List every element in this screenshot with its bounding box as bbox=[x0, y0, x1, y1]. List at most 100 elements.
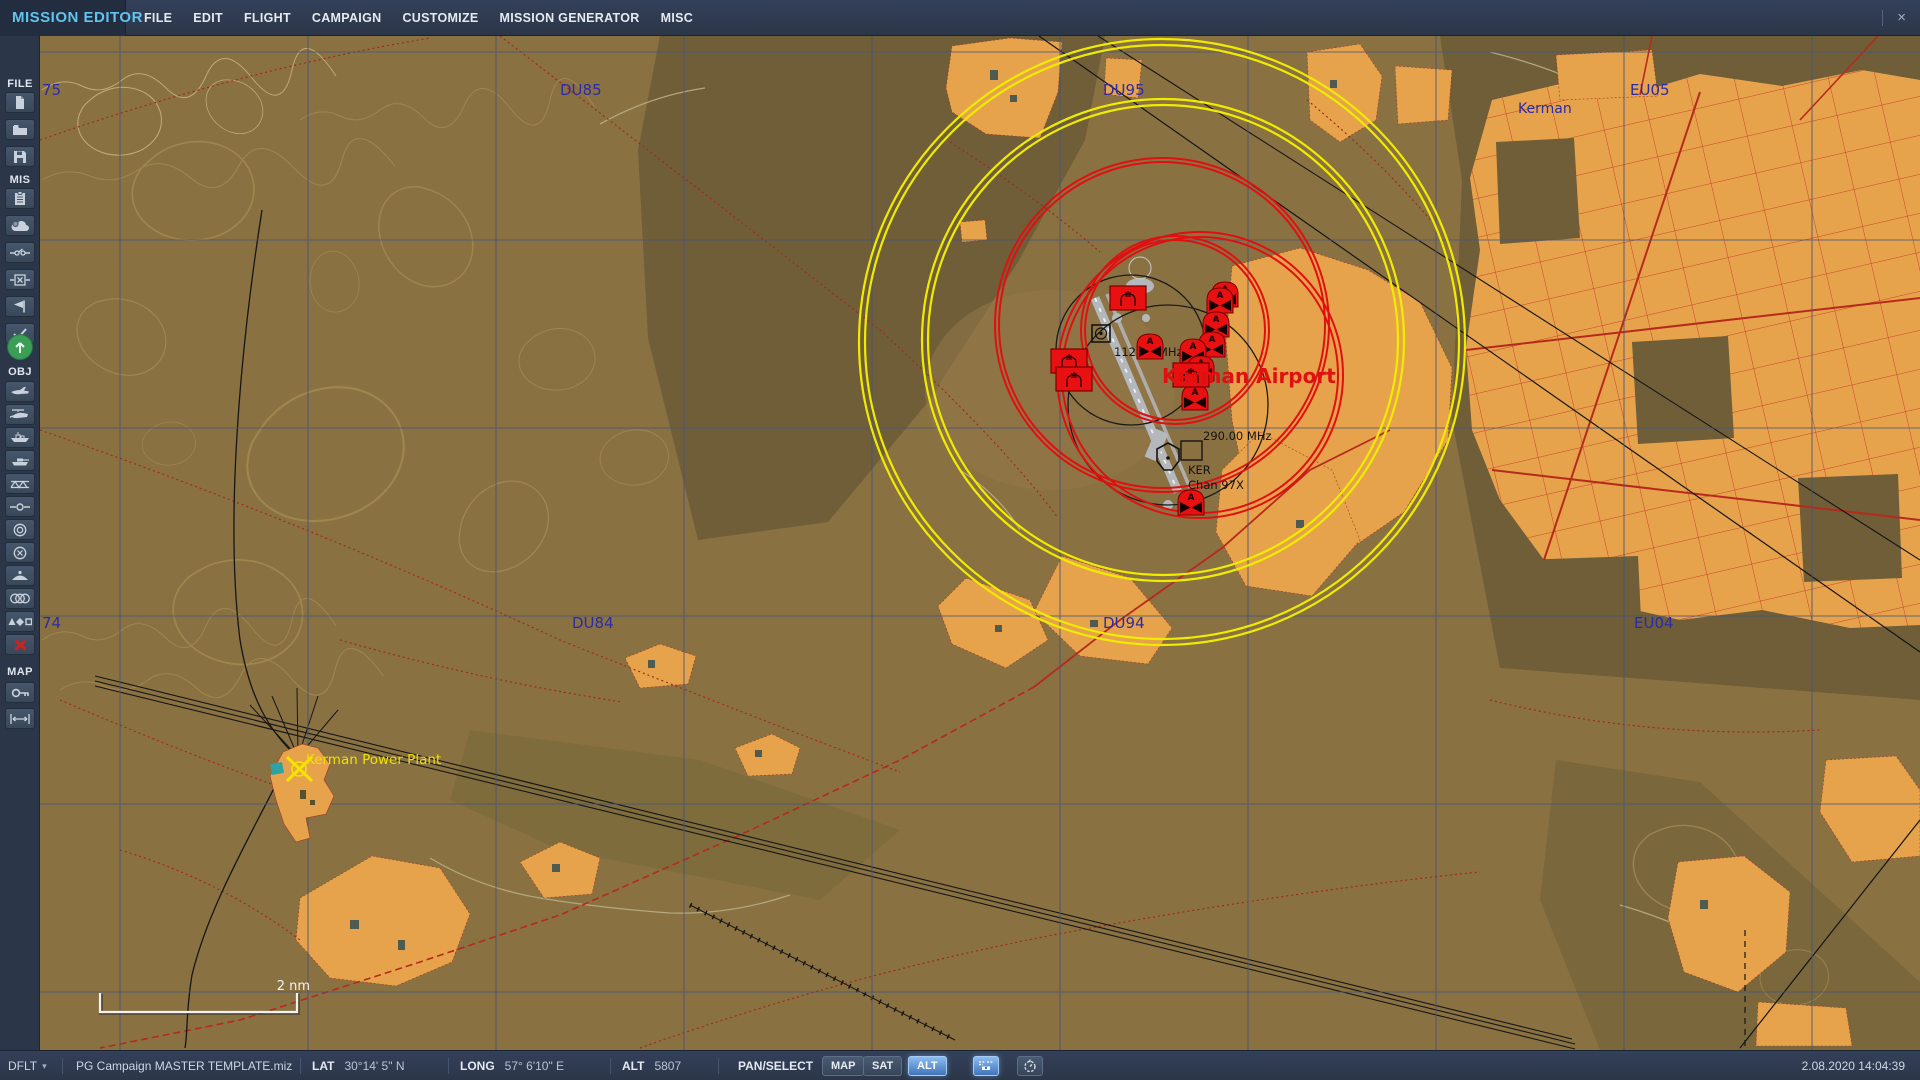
grid-label: DU94 bbox=[1103, 614, 1145, 632]
app-title: MISSION EDITOR bbox=[12, 9, 143, 26]
flag-icon bbox=[12, 300, 28, 313]
sam-unit-icon[interactable] bbox=[1137, 334, 1163, 359]
map-mode-button[interactable]: MAP bbox=[822, 1051, 864, 1080]
statusbar-separator bbox=[300, 1058, 301, 1074]
drawing-shapes-button[interactable] bbox=[5, 611, 35, 632]
menu-mission-generator[interactable]: MISSION GENERATOR bbox=[500, 11, 640, 25]
ship-button[interactable] bbox=[5, 427, 35, 448]
sam-unit-icon[interactable] bbox=[1178, 490, 1204, 515]
static-object-button[interactable] bbox=[5, 473, 35, 494]
garrison-unit-icon[interactable] bbox=[1056, 367, 1092, 391]
statusbar-separator bbox=[610, 1058, 611, 1074]
mission-filename: PG Campaign MASTER TEMPLATE.miz bbox=[76, 1051, 292, 1080]
tacan-channel-label: Chan 97X bbox=[1188, 478, 1244, 492]
garrison-unit-icon[interactable] bbox=[1110, 286, 1146, 310]
triggers-button[interactable] bbox=[5, 242, 35, 263]
circle-x-icon bbox=[13, 546, 27, 560]
dome-icon bbox=[11, 570, 29, 582]
grid-label: DU84 bbox=[572, 614, 614, 632]
airplane-button[interactable] bbox=[5, 381, 35, 402]
clock-icon bbox=[1023, 1059, 1037, 1073]
trigger-zones-button[interactable] bbox=[5, 269, 35, 290]
unit-labels-icon bbox=[978, 1060, 994, 1072]
save-icon bbox=[13, 150, 27, 164]
menu-customize[interactable]: CUSTOMIZE bbox=[402, 11, 478, 25]
toolbar-sidebar: FILE MIS OBJ bbox=[0, 36, 40, 1050]
altitude-readout: ALT 5807 bbox=[622, 1051, 681, 1080]
key-icon bbox=[11, 688, 29, 698]
chevron-down-icon: ▾ bbox=[42, 1061, 47, 1072]
save-mission-button[interactable] bbox=[5, 146, 35, 167]
grid-label: DU95 bbox=[1103, 81, 1145, 99]
airport-name-label: Kerman Airport bbox=[1162, 364, 1336, 388]
measure-distance-button[interactable] bbox=[5, 708, 35, 729]
red-x-icon bbox=[14, 639, 27, 651]
titlebar-separator bbox=[1882, 10, 1883, 26]
tacan-id-label: KER bbox=[1188, 463, 1211, 477]
statusbar-separator bbox=[62, 1058, 63, 1074]
mode-indicator: PAN/SELECT bbox=[738, 1051, 813, 1080]
group-label-file: FILE bbox=[0, 78, 40, 90]
mission-editor-window: MISSION EDITOR FILE EDIT FLIGHT CAMPAIGN… bbox=[0, 0, 1920, 1080]
sam-unit-icon[interactable] bbox=[1182, 385, 1208, 410]
sat-mode-button[interactable]: SAT bbox=[863, 1051, 902, 1080]
city-label: Kerman bbox=[1518, 101, 1572, 117]
water-pond bbox=[270, 762, 284, 775]
time-settings-button[interactable] bbox=[1017, 1051, 1043, 1080]
menu-misc[interactable]: MISC bbox=[661, 11, 693, 25]
goal-flag-button[interactable] bbox=[5, 296, 35, 317]
new-file-icon bbox=[12, 95, 28, 110]
profile-dropdown[interactable]: DFLT ▾ bbox=[8, 1051, 47, 1080]
group-label-mis: MIS bbox=[0, 174, 40, 186]
waypoint-icon bbox=[10, 503, 30, 511]
map-canvas[interactable]: A bbox=[40, 36, 1920, 1050]
grid-label: DU85 bbox=[560, 81, 602, 99]
weather-button[interactable] bbox=[5, 215, 35, 236]
boxed-x-icon bbox=[10, 274, 30, 286]
datetime-readout: 2.08.2020 14:04:39 bbox=[1802, 1051, 1905, 1080]
menu-edit[interactable]: EDIT bbox=[193, 11, 223, 25]
new-mission-button[interactable] bbox=[5, 92, 35, 113]
map-options-button[interactable] bbox=[5, 682, 35, 703]
bridge-truss-icon bbox=[10, 479, 30, 489]
map-viewport[interactable]: A bbox=[40, 36, 1920, 1050]
airplane-icon bbox=[10, 386, 30, 397]
scale-label: 2 nm bbox=[277, 979, 310, 994]
unit-labels-toggle[interactable] bbox=[973, 1051, 999, 1080]
helicopter-button[interactable] bbox=[5, 404, 35, 425]
menu-flight[interactable]: FLIGHT bbox=[244, 11, 291, 25]
concentric-circles-icon bbox=[13, 523, 27, 537]
menu-campaign[interactable]: CAMPAIGN bbox=[312, 11, 382, 25]
menu-bar: MISSION EDITOR FILE EDIT FLIGHT CAMPAIGN… bbox=[0, 0, 1920, 36]
zone-button[interactable] bbox=[5, 519, 35, 540]
cloud-clock-icon bbox=[11, 220, 29, 232]
waypoint-button[interactable] bbox=[5, 496, 35, 517]
group-label-map: MAP bbox=[0, 666, 40, 678]
briefing-button[interactable] bbox=[5, 188, 35, 209]
linked-rings-icon bbox=[9, 593, 31, 604]
statusbar-separator bbox=[448, 1058, 449, 1074]
longitude-readout: LONG 57° 6'10" E bbox=[460, 1051, 564, 1080]
ruler-span-icon bbox=[10, 714, 30, 724]
sam-unit-icon[interactable] bbox=[1207, 288, 1233, 313]
clipboard-icon bbox=[14, 191, 26, 206]
menu-file[interactable]: FILE bbox=[144, 11, 172, 25]
statusbar-separator bbox=[718, 1058, 719, 1074]
open-mission-button[interactable] bbox=[5, 119, 35, 140]
status-bar: DFLT ▾ PG Campaign MASTER TEMPLATE.miz L… bbox=[0, 1050, 1920, 1080]
templates-button[interactable] bbox=[5, 588, 35, 609]
shapes-icon bbox=[8, 617, 32, 627]
open-folder-icon bbox=[12, 123, 29, 136]
grid-label: EU05 bbox=[1630, 81, 1670, 99]
exclude-zone-button[interactable] bbox=[5, 542, 35, 563]
app-title-tab: MISSION EDITOR bbox=[0, 0, 126, 36]
grid-label: 74 bbox=[42, 614, 61, 632]
grid-label: 75 bbox=[42, 81, 61, 99]
uhf-label: 290.00 MHz bbox=[1203, 429, 1272, 443]
vehicle-button[interactable] bbox=[5, 450, 35, 471]
delete-button[interactable] bbox=[5, 634, 35, 655]
alt-mode-button[interactable]: ALT bbox=[908, 1051, 947, 1080]
upload-button[interactable] bbox=[7, 334, 33, 360]
bullseye-button[interactable] bbox=[5, 565, 35, 586]
close-icon[interactable]: × bbox=[1897, 10, 1906, 25]
